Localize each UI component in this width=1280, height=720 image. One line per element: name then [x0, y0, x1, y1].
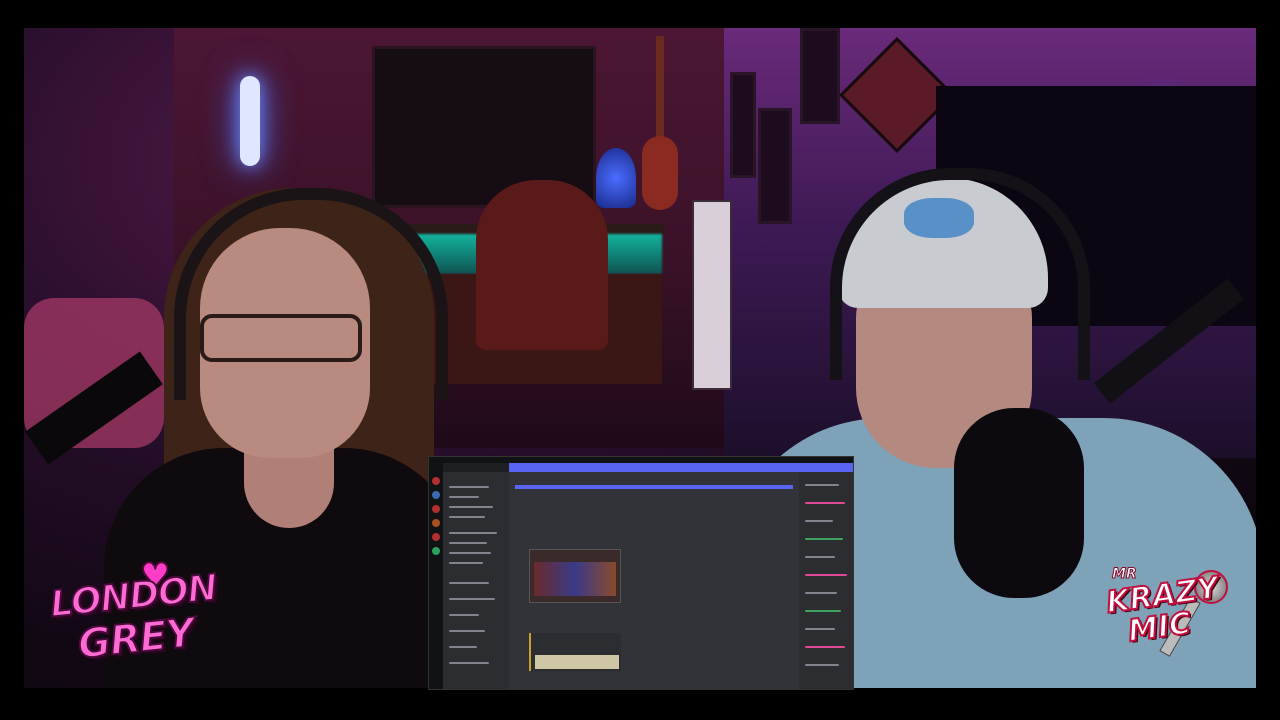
- man-headset: [830, 168, 1090, 380]
- lava-lamp: [596, 148, 636, 208]
- podcast-mic: [954, 408, 1084, 598]
- logo-right-line1: MR: [1112, 566, 1138, 583]
- mr-krazy-mic-logo: MR KRAZY MIC: [1098, 566, 1238, 670]
- welcome-sign: [692, 200, 732, 390]
- shared-screen: [428, 456, 854, 690]
- logo-right-line3: MIC: [1125, 605, 1194, 650]
- screen-server-list: [429, 463, 443, 689]
- wall-guitar: [642, 36, 678, 210]
- screen-banner: [509, 463, 853, 472]
- bar-chair: [476, 180, 608, 350]
- screen-link-card: [529, 633, 621, 671]
- screen-video-embed: [529, 549, 621, 603]
- london-grey-logo: ♥ LONDON GREY: [44, 555, 219, 672]
- wall-frame: [758, 108, 792, 224]
- screen-highlight-bar: [515, 485, 793, 489]
- wall-frame: [800, 28, 840, 124]
- screen-member-list: [799, 472, 853, 689]
- neon-sign-left: [240, 76, 260, 166]
- screen-channel-list: [443, 472, 509, 689]
- wall-frame: [730, 72, 756, 178]
